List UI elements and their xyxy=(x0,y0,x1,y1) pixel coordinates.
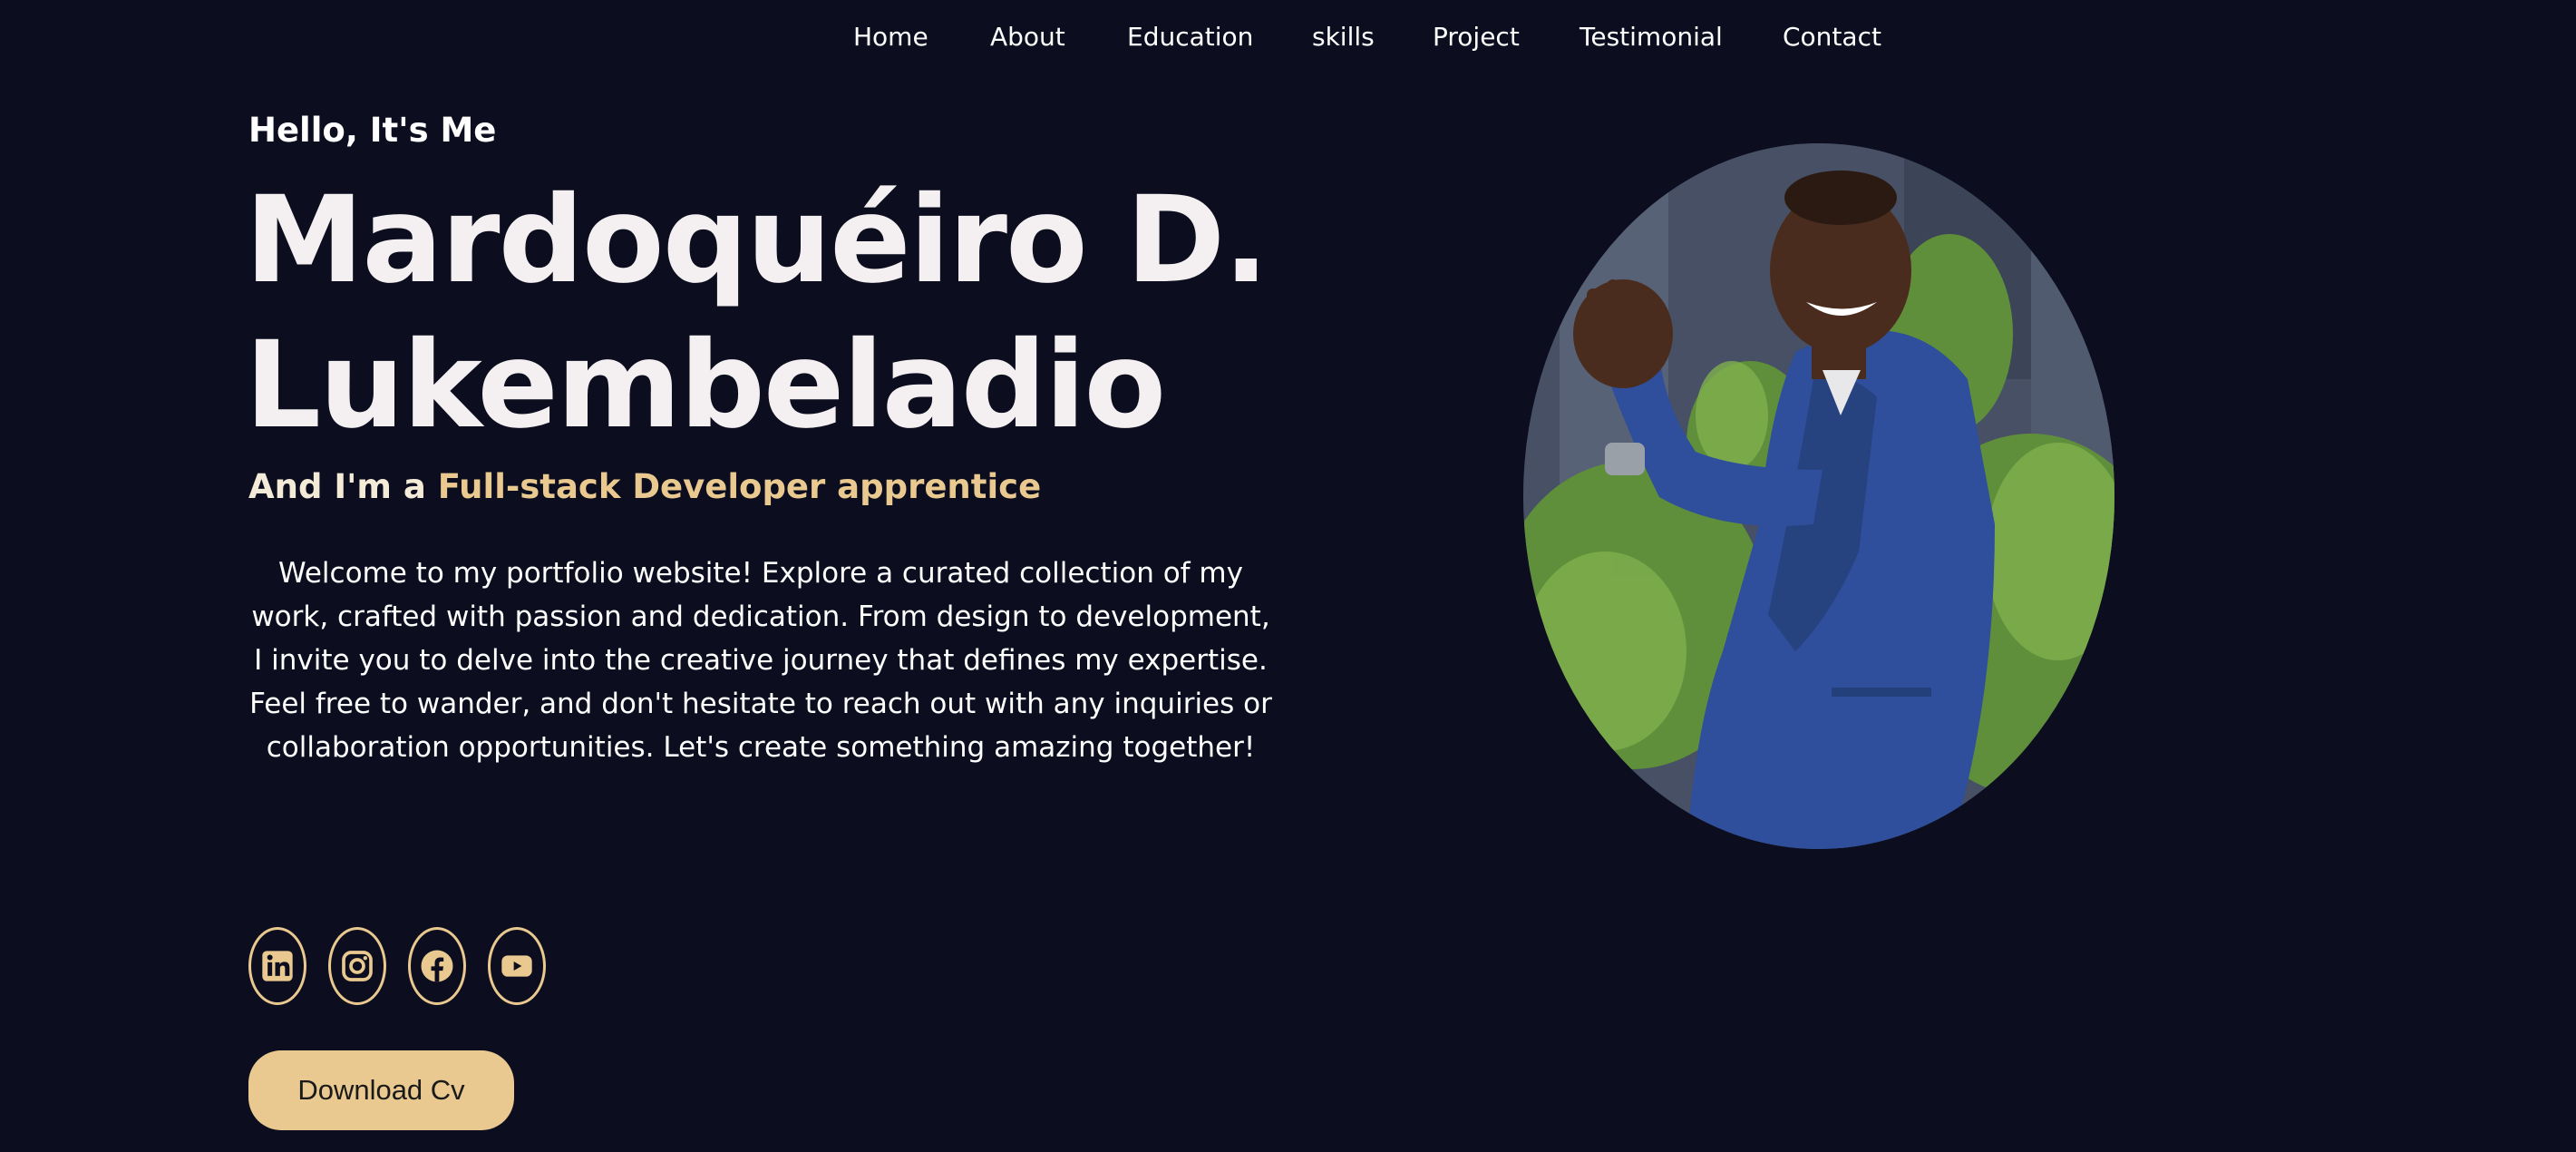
nav-about[interactable]: About xyxy=(990,16,1065,58)
hero-role-prefix: And I'm a xyxy=(248,467,438,506)
hero-intro: Welcome to my portfolio website! Explore… xyxy=(249,557,1272,764)
facebook-button[interactable] xyxy=(408,927,466,1005)
main-nav: Home About Education skills Project Test… xyxy=(0,16,2576,58)
hero-role: And I'm a Full-stack Developer apprentic… xyxy=(248,467,1041,506)
profile-photo xyxy=(1523,143,2114,849)
hero-role-highlight: Full-stack Developer apprentice xyxy=(437,467,1042,506)
nav-skills[interactable]: skills xyxy=(1312,16,1375,58)
hero-name-line1: Mardoquéiro D. xyxy=(245,171,1269,310)
nav-education[interactable]: Education xyxy=(1127,16,1253,58)
nav-project[interactable]: Project xyxy=(1433,16,1520,58)
hero-name: Mardoquéiro D. Lukembeladio xyxy=(245,168,1333,458)
profile-photo-illustration xyxy=(1523,143,2114,849)
portfolio-page: Home About Education skills Project Test… xyxy=(0,0,2576,1152)
instagram-button[interactable] xyxy=(328,927,386,1005)
hero-greeting: Hello, It's Me xyxy=(248,111,497,150)
nav-testimonial[interactable]: Testimonial xyxy=(1580,16,1723,58)
linkedin-icon xyxy=(262,951,293,981)
linkedin-button[interactable] xyxy=(248,927,306,1005)
download-cv-button[interactable]: Download Cv xyxy=(248,1050,514,1130)
nav-contact[interactable]: Contact xyxy=(1783,16,1881,58)
youtube-icon xyxy=(501,955,532,977)
nav-home[interactable]: Home xyxy=(853,16,928,58)
facebook-icon xyxy=(421,950,453,982)
youtube-button[interactable] xyxy=(488,927,546,1005)
hero-name-line2: Lukembeladio xyxy=(245,316,1166,455)
instagram-icon xyxy=(342,951,373,981)
